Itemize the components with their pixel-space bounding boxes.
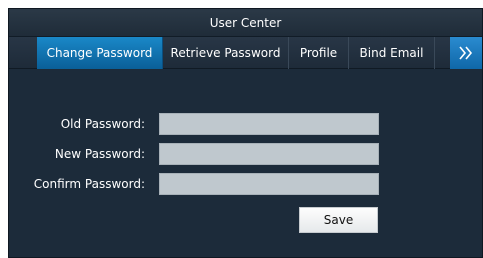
tab-change-password[interactable]: Change Password <box>37 37 163 69</box>
tabs-more-button[interactable] <box>450 37 482 69</box>
old-password-input[interactable] <box>159 113 379 135</box>
new-password-label: New Password: <box>54 147 145 161</box>
tab-retrieve-password[interactable]: Retrieve Password <box>163 37 289 69</box>
old-password-row: Old Password: <box>9 113 482 135</box>
new-password-row: New Password: <box>9 143 482 165</box>
confirm-password-row: Confirm Password: <box>9 173 482 195</box>
confirm-password-input[interactable] <box>159 173 379 195</box>
save-button[interactable]: Save <box>299 207 378 233</box>
new-password-input[interactable] <box>159 143 379 165</box>
double-chevron-right-icon <box>459 46 473 60</box>
user-center-window: User Center Change Password Retrieve Pas… <box>8 8 483 258</box>
tab-profile[interactable]: Profile <box>289 37 349 69</box>
tab-bind-email[interactable]: Bind Email <box>349 37 435 69</box>
tab-bar: Change Password Retrieve Password Profil… <box>9 37 482 69</box>
window-title: User Center <box>9 9 482 37</box>
confirm-password-label: Confirm Password: <box>33 177 145 191</box>
old-password-label: Old Password: <box>60 117 145 131</box>
